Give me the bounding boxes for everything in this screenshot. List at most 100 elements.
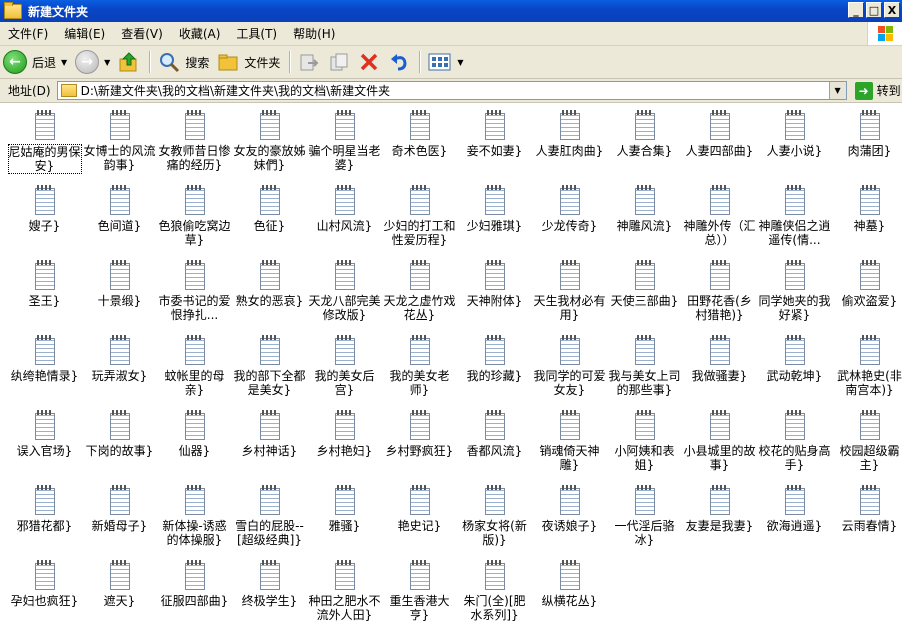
- file-item[interactable]: 同学她夹的我好紧}: [757, 257, 832, 332]
- file-view[interactable]: 尼姑庵的男保安} 女博士的风流韵事} 女教师昔日惨痛的经历} 女友的豪放姊妹們} 骗个明…: [0, 103, 902, 636]
- menu-favorites[interactable]: 收藏(A): [171, 25, 229, 42]
- file-item[interactable]: 下岗的故事}: [82, 407, 157, 482]
- menu-tools[interactable]: 工具(T): [228, 25, 285, 42]
- file-item[interactable]: 色狼偷吃窝边草}: [157, 182, 232, 257]
- chevron-down-icon[interactable]: ▼: [61, 58, 67, 67]
- file-item[interactable]: 武动乾坤}: [757, 332, 832, 407]
- file-item[interactable]: 天龙之虚竹戏花丛}: [382, 257, 457, 332]
- file-item[interactable]: 邪猎花都}: [7, 482, 82, 557]
- file-item[interactable]: 我做骚妻}: [682, 332, 757, 407]
- menu-file[interactable]: 文件(F): [0, 25, 56, 42]
- address-dropdown-button[interactable]: ▼: [828, 82, 846, 99]
- file-item[interactable]: 种田之肥水不流外人田}: [307, 557, 382, 632]
- folders-button[interactable]: 文件夹: [214, 48, 283, 76]
- file-item[interactable]: 朱门(全)[肥水系列]}: [457, 557, 532, 632]
- file-item[interactable]: 小县城里的故事}: [682, 407, 757, 482]
- go-arrow-icon[interactable]: ➜: [854, 81, 873, 100]
- file-item[interactable]: 香都风流}: [457, 407, 532, 482]
- file-item[interactable]: 人妻四部曲}: [682, 107, 757, 182]
- file-item[interactable]: 少妇雅琪}: [457, 182, 532, 257]
- file-item[interactable]: 校花的贴身高手}: [757, 407, 832, 482]
- file-item[interactable]: 友妻是我妻}: [682, 482, 757, 557]
- file-item[interactable]: 女博士的风流韵事}: [82, 107, 157, 182]
- close-button[interactable]: X: [884, 2, 900, 18]
- file-item[interactable]: 骗个明星当老婆}: [307, 107, 382, 182]
- file-item[interactable]: 十景缎}: [82, 257, 157, 332]
- file-item[interactable]: 尼姑庵的男保安}: [7, 107, 82, 182]
- file-item[interactable]: 乡村神话}: [232, 407, 307, 482]
- file-item[interactable]: 我的珍藏}: [457, 332, 532, 407]
- file-item[interactable]: 肉蒲团}: [832, 107, 902, 182]
- file-item[interactable]: 女教师昔日惨痛的经历}: [157, 107, 232, 182]
- file-item[interactable]: 我的美女老师}: [382, 332, 457, 407]
- maximize-button[interactable]: □: [866, 2, 882, 18]
- file-item[interactable]: 天龙八部完美修改版}: [307, 257, 382, 332]
- file-item[interactable]: 玩弄淑女}: [82, 332, 157, 407]
- file-item[interactable]: 新体操-诱惑的体操服}: [157, 482, 232, 557]
- file-item[interactable]: 孕妇也疯狂}: [7, 557, 82, 632]
- file-item[interactable]: 神雕侠侣之逍遥传(情...: [757, 182, 832, 257]
- move-to-button[interactable]: [295, 48, 323, 76]
- minimize-button[interactable]: _: [848, 2, 864, 18]
- file-item[interactable]: 武林艳史(非南宫本)}: [832, 332, 902, 407]
- file-item[interactable]: 偷欢盗爱}: [832, 257, 902, 332]
- file-item[interactable]: 新婚母子}: [82, 482, 157, 557]
- file-item[interactable]: 我的部下全都是美女}: [232, 332, 307, 407]
- file-item[interactable]: 纨绔艳情录}: [7, 332, 82, 407]
- file-item[interactable]: 艳史记}: [382, 482, 457, 557]
- file-item[interactable]: 蚊帐里的母亲}: [157, 332, 232, 407]
- file-item[interactable]: 校园超级霸主}: [832, 407, 902, 482]
- file-item[interactable]: 女友的豪放姊妹們}: [232, 107, 307, 182]
- file-item[interactable]: 我同学的可爱女友}: [532, 332, 607, 407]
- file-item[interactable]: 田野花香(乡村猎艳)}: [682, 257, 757, 332]
- undo-button[interactable]: [385, 48, 413, 76]
- file-item[interactable]: 纵横花丛}: [532, 557, 607, 632]
- file-item[interactable]: 人妻合集}: [607, 107, 682, 182]
- delete-button[interactable]: [355, 48, 383, 76]
- file-item[interactable]: 圣王}: [7, 257, 82, 332]
- file-item[interactable]: 我与美女上司的那些事}: [607, 332, 682, 407]
- file-item[interactable]: 终极学生}: [232, 557, 307, 632]
- chevron-down-icon[interactable]: ▼: [457, 58, 463, 67]
- back-button[interactable]: ← 后退 ▼: [0, 48, 70, 76]
- file-item[interactable]: 神墓}: [832, 182, 902, 257]
- file-item[interactable]: 色间道}: [82, 182, 157, 257]
- file-item[interactable]: 天使三部曲}: [607, 257, 682, 332]
- file-item[interactable]: 少龙传奇}: [532, 182, 607, 257]
- forward-button[interactable]: → ▼: [72, 48, 113, 76]
- file-item[interactable]: 雅骚}: [307, 482, 382, 557]
- file-item[interactable]: 神雕外传（汇总））: [682, 182, 757, 257]
- file-item[interactable]: 一代淫后骆冰}: [607, 482, 682, 557]
- file-item[interactable]: 征服四部曲}: [157, 557, 232, 632]
- file-item[interactable]: 夜诱娘子}: [532, 482, 607, 557]
- file-item[interactable]: 嫂子}: [7, 182, 82, 257]
- file-item[interactable]: 市委书记的爱恨挣扎...: [157, 257, 232, 332]
- file-item[interactable]: 小阿姨和表姐}: [607, 407, 682, 482]
- menu-help[interactable]: 帮助(H): [285, 25, 343, 42]
- file-item[interactable]: 人妻小说}: [757, 107, 832, 182]
- menu-edit[interactable]: 编辑(E): [56, 25, 113, 42]
- search-button[interactable]: 搜索: [155, 48, 212, 76]
- chevron-down-icon[interactable]: ▼: [104, 58, 110, 67]
- file-item[interactable]: 奇术色医}: [382, 107, 457, 182]
- file-item[interactable]: 人妻肛肉曲}: [532, 107, 607, 182]
- file-item[interactable]: 重生香港大亨}: [382, 557, 457, 632]
- views-button[interactable]: ▼: [425, 48, 466, 76]
- menu-view[interactable]: 查看(V): [113, 25, 171, 42]
- file-item[interactable]: 乡村野疯狂}: [382, 407, 457, 482]
- file-item[interactable]: 少妇的打工和性爱历程}: [382, 182, 457, 257]
- file-item[interactable]: 天生我材必有用}: [532, 257, 607, 332]
- go-button[interactable]: 转到: [877, 82, 901, 99]
- file-item[interactable]: 杨家女将(新版)}: [457, 482, 532, 557]
- file-item[interactable]: 雪白的屁股--[超级经典]}: [232, 482, 307, 557]
- file-item[interactable]: 云雨春情}: [832, 482, 902, 557]
- file-item[interactable]: 天神附体}: [457, 257, 532, 332]
- file-item[interactable]: 销魂倚天神雕}: [532, 407, 607, 482]
- copy-to-button[interactable]: [325, 48, 353, 76]
- file-item[interactable]: 熟女的恶哀}: [232, 257, 307, 332]
- file-item[interactable]: 色征}: [232, 182, 307, 257]
- file-item[interactable]: 山村风流}: [307, 182, 382, 257]
- file-item[interactable]: 乡村艳妇}: [307, 407, 382, 482]
- file-item[interactable]: 神雕风流}: [607, 182, 682, 257]
- file-item[interactable]: 误入官场}: [7, 407, 82, 482]
